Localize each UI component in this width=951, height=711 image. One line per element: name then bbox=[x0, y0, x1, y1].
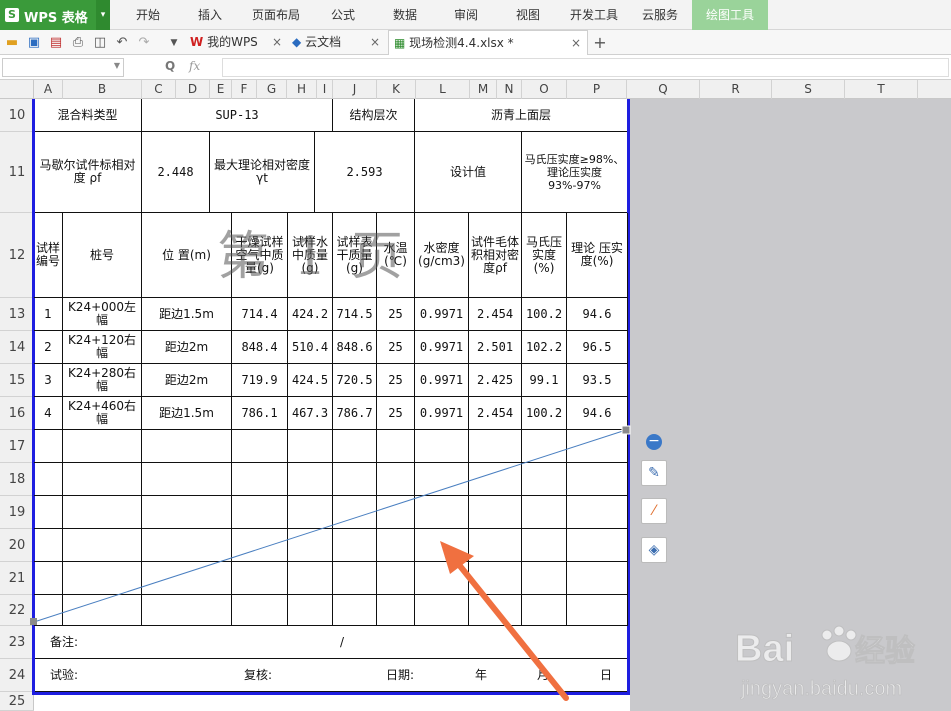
drawing-overlay bbox=[30, 425, 631, 701]
line-handle-start[interactable] bbox=[30, 618, 37, 625]
layers-icon[interactable]: ◈ bbox=[641, 537, 667, 563]
pen-edit-icon[interactable]: ✎ bbox=[641, 460, 667, 486]
svg-text:Bai: Bai bbox=[735, 628, 794, 670]
svg-text:经验: 经验 bbox=[855, 634, 915, 669]
baidu-jingyan-logo: Bai 经验 jingyan.baidu.com bbox=[735, 613, 945, 703]
drawn-line-shape[interactable] bbox=[33, 429, 627, 623]
baidu-paw-icon: Bai 经验 jingyan.baidu.com bbox=[735, 625, 916, 700]
minus-icon[interactable]: − bbox=[646, 434, 662, 450]
svg-text:jingyan.baidu.com: jingyan.baidu.com bbox=[740, 678, 902, 700]
line-style-icon[interactable]: ⁄ bbox=[641, 498, 667, 524]
annotation-arrow-head bbox=[440, 541, 474, 574]
annotation-arrow-shaft bbox=[449, 553, 569, 701]
line-handle-end[interactable] bbox=[621, 425, 631, 435]
